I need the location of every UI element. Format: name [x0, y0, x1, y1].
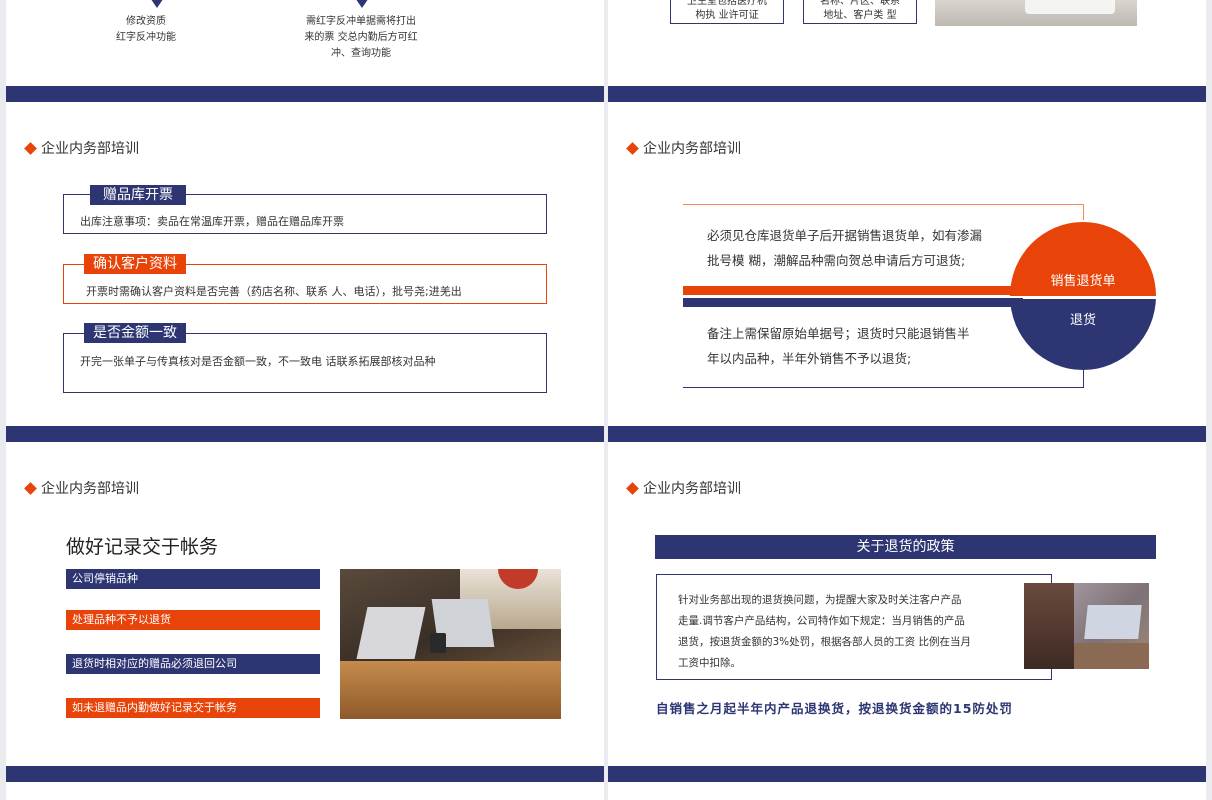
slide-footer-bar: [6, 426, 604, 442]
circle-label-bottom: 退货: [1069, 313, 1096, 328]
policy-body-box: 针对业务部出现的退货换问题，为提醒大家及时关注客户产品 走量.调节客户产品结构，…: [656, 574, 1052, 680]
arrow-marker-right: [351, 0, 373, 8]
keyboard-photo: [935, 0, 1137, 26]
bottom-text: 备注上需保留原始单据号；退货时只能退销售半 年以内品种，半年外销售不予以退货;: [707, 326, 970, 366]
section-heading: 企业内务部培训: [24, 478, 139, 498]
top-bracket-tick: [1083, 204, 1084, 220]
caption-right: 需红字反冲单据需将打出 来的票 交总内勤后方可红 冲、查询功能: [304, 16, 418, 59]
diamond-icon: [24, 481, 37, 495]
arrow-marker-left: [146, 0, 168, 8]
slide-3: 企业内务部培训 赠品库开票 出库注意事项：卖品在常温库开票，赠品在赠品库开票 确…: [6, 102, 604, 442]
cafe-laptop-photo: [340, 569, 561, 719]
note-label-2: 确认客户资料: [84, 254, 186, 274]
list-item-4: 如未退赠品内勤做好记录交于帐务: [66, 698, 320, 718]
slide-7-edge: [6, 782, 604, 800]
slide-footer-bar: [6, 86, 604, 102]
list-item-3: 退货时相对应的赠品必须退回公司: [66, 654, 320, 674]
slide-1: 修改资质 红字反冲功能 需红字反冲单据需将打出 来的票 交总内勤后方可红 冲、查…: [6, 0, 604, 102]
navy-divider: [683, 298, 1023, 307]
note-label-1: 赠品库开票: [90, 185, 186, 205]
slide-footer-bar: [608, 426, 1206, 442]
diamond-icon: [626, 141, 639, 155]
diamond-icon: [24, 141, 37, 155]
slide-2: 卫生室包括医疗机 构执 业许可证 名称、片区、联系 地址、客户类 型: [608, 0, 1206, 102]
top-text: 必须见仓库退货单子后开据销售退货单，如有渗漏 批号模 糊，潮解品种需向贺总申请后…: [707, 228, 983, 268]
orange-divider: [683, 286, 1023, 295]
slide-title: 做好记录交于帐务: [66, 536, 219, 558]
slide-footer-bar: [608, 86, 1206, 102]
note-text-1: 出库注意事项：卖品在常温库开票，赠品在赠品库开票: [80, 215, 344, 228]
circle-label-top: 销售退货单: [1050, 274, 1116, 289]
slide-6: 企业内务部培训 关于退货的政策 针对业务部出现的退货换问题，为提醒大家及时关注客…: [608, 442, 1206, 782]
section-heading: 企业内务部培训: [24, 138, 139, 158]
slide-4: 企业内务部培训 销售退货单 退货 必须见仓库退货单子后开据销售退货单，如有渗漏 …: [608, 102, 1206, 442]
info-box-left: 卫生室包括医疗机 构执 业许可证: [670, 0, 784, 24]
slide-footer-bar: [608, 766, 1206, 782]
slide-5: 企业内务部培训 做好记录交于帐务 公司停销品种 处理品种不予以退货 退货时相对应…: [6, 442, 604, 782]
diamond-icon: [626, 481, 639, 495]
list-item-2: 处理品种不予以退货: [66, 610, 320, 630]
bottom-bracket-tick: [1083, 370, 1084, 388]
note-text-2: 开票时需确认客户资料是否完善（药店名称、联系 人、电话），批号尧;进羌出: [86, 285, 462, 298]
policy-footer-text: 自销售之月起半年内产品退换货，按退换货金额的15防处罚: [656, 701, 1013, 716]
info-box-right: 名称、片区、联系 地址、客户类 型: [803, 0, 917, 24]
slide-footer-bar: [6, 766, 604, 782]
list-item-1: 公司停销品种: [66, 569, 320, 589]
note-text-3: 开完一张单子与传真核对是否金额一致，不一致电 话联系拓展部核对品种: [80, 355, 436, 368]
top-bracket-line: [683, 204, 1084, 205]
woman-laptop-photo: [1024, 583, 1149, 669]
policy-title-bar: 关于退货的政策: [655, 535, 1156, 559]
split-circle: [1010, 222, 1156, 370]
caption-left: 修改资质 红字反冲功能: [116, 16, 176, 43]
bottom-bracket-line: [683, 387, 1084, 388]
note-label-3: 是否金额一致: [84, 323, 186, 343]
slide-8-edge: [608, 782, 1206, 800]
section-heading: 企业内务部培训: [626, 478, 741, 498]
section-heading: 企业内务部培训: [626, 138, 741, 158]
